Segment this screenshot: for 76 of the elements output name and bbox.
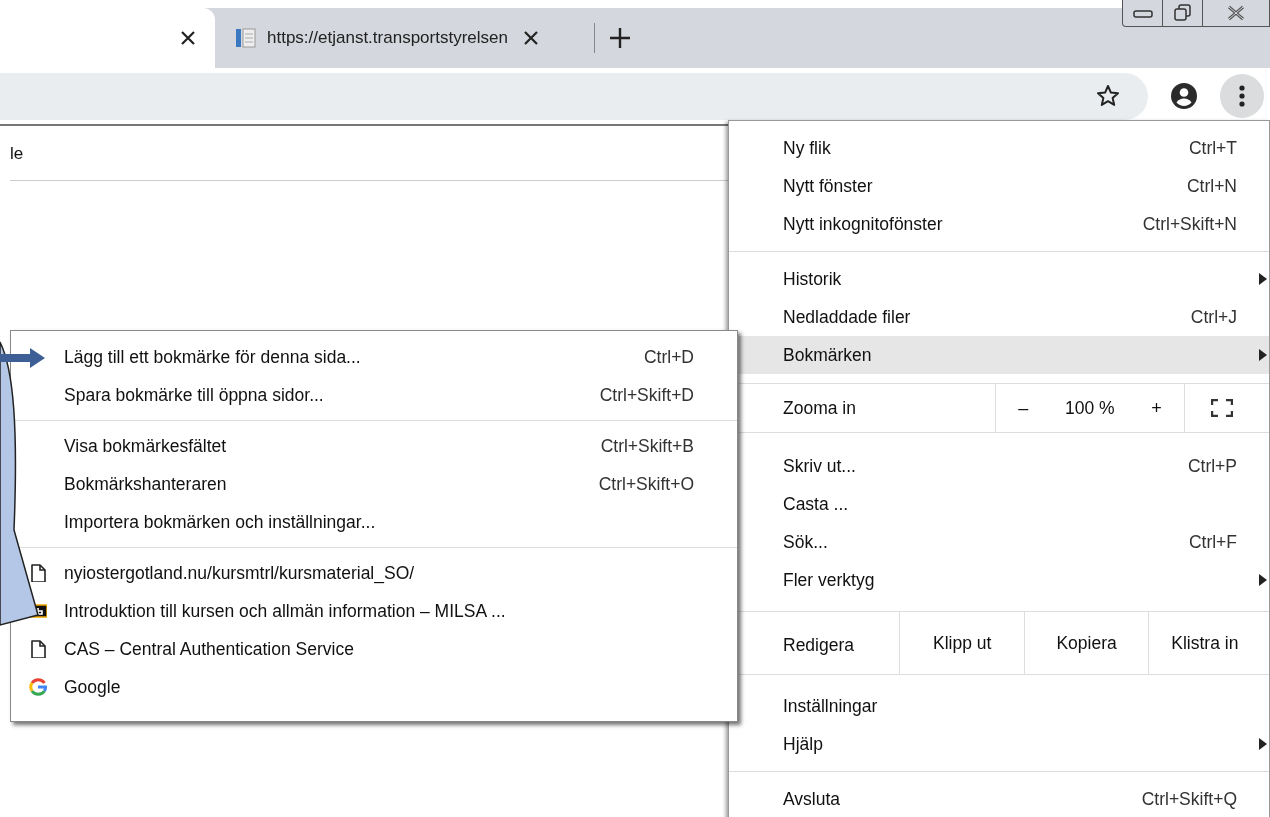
menu-item-label: Spara bokmärke till öppna sidor... xyxy=(64,384,325,406)
shortcut-text: Ctrl+Skift+D xyxy=(599,384,694,406)
edit-button[interactable]: Kopiera xyxy=(1023,612,1149,674)
bookmark-label: CAS – Central Authentication Service xyxy=(64,638,355,660)
bookmark-item[interactable]: Google xyxy=(11,668,737,706)
menu-item-label: Casta ... xyxy=(783,493,850,515)
document-icon xyxy=(29,564,47,582)
shortcut-text: Ctrl+T xyxy=(1188,137,1237,159)
profile-icon xyxy=(1170,82,1198,110)
restore-icon xyxy=(1172,3,1193,23)
bookmark-label: nyiostergotland.nu/kursmtrl/kursmaterial_SO/ xyxy=(64,562,416,584)
menu-item-label: Bokmärkshanteraren xyxy=(64,473,228,495)
page-text: le xyxy=(10,144,24,164)
pointer-arrow xyxy=(0,347,46,369)
fullscreen-icon xyxy=(1211,399,1233,417)
edit-button[interactable]: Klistra in xyxy=(1148,612,1269,674)
menu-item-label: Zooma in xyxy=(782,396,857,420)
shortcut-text: Ctrl+Skift+Q xyxy=(1141,788,1237,810)
shortcut-text: Ctrl+Skift+O xyxy=(598,473,694,495)
close-icon xyxy=(179,29,197,47)
document-icon xyxy=(29,640,47,658)
menu-item-label: Avsluta xyxy=(783,788,842,810)
menu-item-label: Historik xyxy=(783,268,843,290)
menu-item[interactable]: Fler verktyg xyxy=(739,561,1269,599)
menu-item[interactable]: Avsluta Ctrl+Skift+Q xyxy=(739,780,1269,817)
bookmark-label: Google xyxy=(64,676,122,698)
menu-item-label: Hjälp xyxy=(783,733,824,755)
edit-button[interactable]: Klipp ut xyxy=(899,612,1024,674)
menu-item-label: Skriv ut... xyxy=(783,455,857,477)
menu-item-label: Ny flik xyxy=(783,137,832,159)
google-icon xyxy=(29,678,47,696)
minimize-icon xyxy=(1131,7,1154,19)
menu-item[interactable]: Sök... Ctrl+F xyxy=(739,523,1269,561)
shortcut-text: Ctrl+Skift+N xyxy=(1142,213,1237,235)
menu-item-label: Bokmärken xyxy=(783,344,873,366)
shortcut-text: Ctrl+N xyxy=(1186,175,1237,197)
shortcut-text: Ctrl+J xyxy=(1190,306,1237,328)
tab-title: https://etjanst.transportstyrelsen xyxy=(267,28,508,48)
menu-item[interactable]: Ny flik Ctrl+T xyxy=(739,129,1269,167)
menu-item-label: Sök... xyxy=(783,531,829,553)
star-icon xyxy=(1096,84,1120,108)
bookmark-item[interactable]: CAS – Central Authentication Service xyxy=(11,630,737,668)
menu-item[interactable]: Bokmärken xyxy=(739,336,1269,374)
menu-item-label: Redigera xyxy=(782,633,856,657)
menu-button[interactable] xyxy=(1220,74,1264,118)
shortcut-text: Ctrl+D xyxy=(643,346,694,368)
page-icon xyxy=(235,27,257,49)
menu-item[interactable]: Nedladdade filer Ctrl+J xyxy=(739,298,1269,336)
zoom-in-button[interactable]: + xyxy=(1143,393,1170,423)
menu-item[interactable]: Skriv ut... Ctrl+P xyxy=(739,447,1269,485)
menu-item-label: Nedladdade filer xyxy=(783,306,912,328)
menu-item[interactable]: Nytt inkognitofönster Ctrl+Skift+N xyxy=(739,205,1269,243)
zoom-out-button[interactable]: – xyxy=(1010,393,1037,423)
menu-item-label: Inställningar xyxy=(783,695,879,717)
menu-item[interactable]: Casta ... xyxy=(739,485,1269,523)
menu-icon xyxy=(1239,85,1245,107)
plus-icon xyxy=(609,27,631,49)
menu-item[interactable]: Spara bokmärke till öppna sidor... Ctrl+Skift+D xyxy=(11,376,737,414)
shortcut-text: Ctrl+F xyxy=(1188,531,1237,553)
bookmark-label: Introduktion till kursen och allmän information – MILSA ... xyxy=(64,600,507,622)
close-icon xyxy=(1226,5,1246,21)
zoom-level: 100 % xyxy=(1064,397,1115,419)
menu-item[interactable]: Nytt fönster Ctrl+N xyxy=(739,167,1269,205)
menu-item-label: Visa bokmärkesfältet xyxy=(64,435,228,457)
menu-item[interactable]: Inställningar xyxy=(739,687,1269,725)
menu-item-label: Nytt fönster xyxy=(783,175,874,197)
menu-item-label: Nytt inkognitofönster xyxy=(783,213,944,235)
shortcut-text: Ctrl+P xyxy=(1187,455,1237,477)
menu-item-label: Lägg till ett bokmärke för denna sida... xyxy=(64,346,362,368)
menu-item-label: Importera bokmärken och inställningar... xyxy=(64,511,377,533)
shortcut-text: Ctrl+Skift+B xyxy=(600,435,694,457)
browser-tab[interactable]: https://etjanst.transportstyrelsen xyxy=(215,23,595,53)
menu-item[interactable]: Historik xyxy=(739,260,1269,298)
close-icon xyxy=(521,29,540,47)
menu-item[interactable]: Hjälp xyxy=(739,725,1269,763)
menu-item-label: Fler verktyg xyxy=(783,569,876,591)
